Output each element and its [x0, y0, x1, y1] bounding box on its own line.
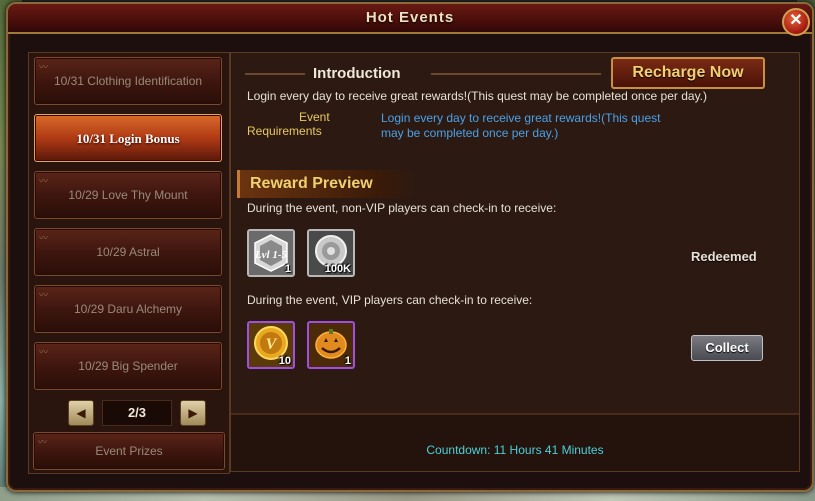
page-indicator: 2/3: [102, 400, 172, 426]
vip-description: During the event, VIP players can check-…: [247, 293, 533, 307]
reward-qty: 1: [284, 263, 291, 275]
corner-ornament-icon: 〰: [39, 290, 49, 300]
reward-qty: 1: [344, 355, 351, 367]
corner-ornament-icon: 〰: [39, 176, 49, 186]
event-prizes-label: Event Prizes: [95, 443, 163, 458]
reward-qty: 100K: [324, 263, 351, 275]
nonvip-description: During the event, non-VIP players can ch…: [247, 201, 557, 215]
introduction-header: Introduction: [241, 59, 601, 85]
title-bar[interactable]: Hot Events: [8, 4, 812, 34]
flourish-left-icon: [245, 73, 305, 75]
svg-text:Lvl 1-5: Lvl 1-5: [254, 249, 288, 261]
sidebar-item-big-spender[interactable]: 〰 10/29 Big Spender: [34, 342, 222, 390]
hot-events-window: Hot Events ✕ 〰 10/31 Clothing Identifica…: [6, 2, 814, 492]
corner-ornament-icon: 〰: [39, 233, 49, 243]
requirements-text-line1: Login every day to receive great rewards…: [381, 111, 661, 125]
corner-ornament-icon: 〰: [38, 437, 48, 447]
requirements-label-line1: Event: [299, 110, 330, 124]
redeemed-status: Redeemed: [691, 249, 757, 264]
sidebar-item-label: 10/29 Love Thy Mount: [68, 187, 188, 202]
sidebar-item-astral[interactable]: 〰 10/29 Astral: [34, 228, 222, 276]
collect-button[interactable]: Collect: [691, 335, 763, 361]
event-prizes-button[interactable]: 〰 Event Prizes: [33, 432, 225, 470]
pagination: ◀ 2/3 ▶: [44, 400, 214, 426]
requirements-text-line2: may be completed once per day.): [381, 126, 559, 140]
reward-slot-level-badge[interactable]: Lvl 1-5 1: [247, 229, 295, 277]
intro-text: Login every day to receive great rewards…: [247, 89, 708, 103]
countdown-text: Countdown: 11 Hours 41 Minutes: [426, 443, 604, 457]
close-icon: ✕: [789, 12, 803, 29]
close-button[interactable]: ✕: [782, 8, 810, 36]
svg-text:V: V: [266, 336, 278, 353]
recharge-now-button[interactable]: Recharge Now: [611, 57, 765, 89]
chevron-left-icon: ◀: [76, 406, 86, 420]
event-detail-panel: Introduction Recharge Now Login every da…: [230, 52, 800, 472]
reward-qty: 10: [278, 355, 291, 367]
countdown-footer: Countdown: 11 Hours 41 Minutes: [231, 413, 799, 471]
flourish-right-icon: [431, 73, 601, 75]
reward-slot-pumpkin[interactable]: 1: [307, 321, 355, 369]
reward-slot-silver[interactable]: 100K: [307, 229, 355, 277]
corner-ornament-icon: 〰: [39, 347, 49, 357]
window-title: Hot Events: [365, 9, 455, 26]
chevron-right-icon: ▶: [188, 406, 198, 420]
reward-preview-header: Reward Preview: [237, 170, 415, 198]
sidebar-item-label: 10/29 Daru Alchemy: [73, 301, 183, 316]
reward-slot-vip-coin[interactable]: V 10: [247, 321, 295, 369]
sidebar-item-label: 10/31 Login Bonus: [76, 130, 180, 146]
sidebar-item-label: 10/29 Big Spender: [78, 358, 178, 373]
sidebar-item-login-bonus[interactable]: 10/31 Login Bonus: [34, 114, 222, 162]
requirements-label-line2: Requirements: [247, 124, 322, 138]
sidebar-item-love-thy-mount[interactable]: 〰 10/29 Love Thy Mount: [34, 171, 222, 219]
corner-ornament-icon: 〰: [39, 62, 49, 72]
prev-page-button[interactable]: ◀: [68, 400, 94, 426]
introduction-title: Introduction: [313, 65, 401, 82]
reward-preview-title: Reward Preview: [250, 175, 373, 192]
next-page-button[interactable]: ▶: [180, 400, 206, 426]
sidebar-item-clothing-identification[interactable]: 〰 10/31 Clothing Identification: [34, 57, 222, 105]
sidebar-item-label: 10/29 Astral: [96, 244, 160, 259]
sidebar-item-daru-alchemy[interactable]: 〰 10/29 Daru Alchemy: [34, 285, 222, 333]
sidebar-item-label: 10/31 Clothing Identification: [53, 73, 203, 88]
